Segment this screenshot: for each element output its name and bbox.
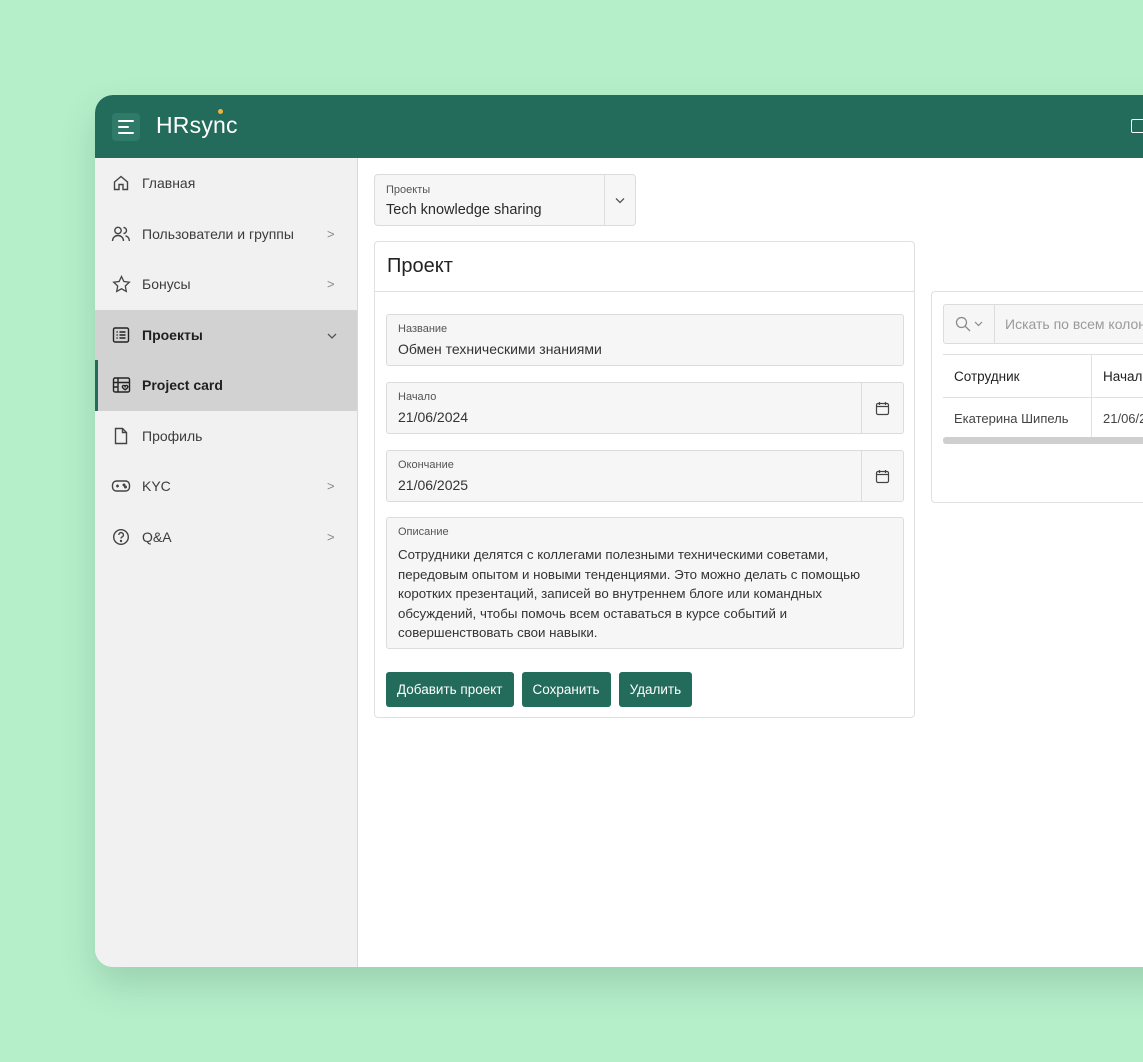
sidebar-item-label: KYC — [142, 478, 171, 495]
sidebar-item-label: Пользователи и группы — [142, 225, 294, 242]
add-project-button[interactable]: Добавить проект — [386, 672, 514, 707]
table-cell: 21/06/2024 — [1103, 410, 1143, 426]
sidebar-item-qa[interactable]: Q&A > — [95, 512, 357, 563]
description-value: Сотрудники делятся с коллегами полезными… — [398, 547, 861, 640]
end-value: 21/06/2025 — [398, 477, 469, 493]
search-box[interactable]: Искать по всем колонкам — [943, 304, 1143, 344]
members-panel: Искать по всем колонкам Сотрудник Начало… — [931, 291, 1143, 503]
end-date-field[interactable]: Окончание 21/06/2025 — [386, 450, 904, 502]
start-date-field[interactable]: Начало 21/06/2024 — [386, 382, 904, 434]
sidebar-item-label: Проекты — [142, 326, 203, 343]
save-button[interactable]: Сохранить — [521, 672, 611, 707]
sidebar-item-label: Project card — [142, 377, 223, 394]
users-icon — [111, 224, 131, 244]
card-actions: Добавить проект Сохранить Удалить — [386, 672, 693, 707]
chevron-down-icon — [327, 327, 337, 342]
profile-card-icon[interactable] — [1131, 119, 1143, 133]
chevron-right-icon: > — [327, 529, 335, 545]
main-content: Проекты Tech knowledge sharing Проект На… — [358, 158, 1143, 967]
end-label: Окончание — [398, 459, 454, 471]
horizontal-scrollbar[interactable] — [943, 437, 1143, 444]
table-cell: Екатерина Шипель — [943, 398, 1092, 438]
chevron-down-icon[interactable] — [604, 175, 635, 225]
sidebar-item-label: Главная — [142, 175, 196, 192]
home-icon — [111, 173, 131, 193]
description-label: Описание — [398, 526, 449, 538]
sidebar-item-home[interactable]: Главная — [95, 158, 357, 209]
delete-button[interactable]: Удалить — [618, 672, 693, 707]
start-label: Начало — [398, 391, 437, 403]
search-icon[interactable] — [944, 305, 995, 343]
sidebar: Главная Пользователи и группы > Бонусы >… — [95, 158, 358, 967]
sidebar-item-label: Бонусы — [142, 276, 191, 293]
sidebar-item-kyc[interactable]: KYC > — [95, 461, 357, 512]
sidebar-item-profile[interactable]: Профиль — [95, 411, 357, 462]
name-value: Обмен техническими знаниями — [398, 341, 602, 357]
project-card: Проект Название Обмен техническими знани… — [374, 241, 915, 718]
card-icon — [111, 375, 131, 395]
calendar-icon[interactable] — [861, 383, 903, 433]
column-header-start[interactable]: Начало — [1092, 355, 1143, 397]
description-field[interactable]: Описание Сотрудники делятся с коллегами … — [386, 517, 904, 649]
calendar-icon[interactable] — [861, 451, 903, 501]
project-select[interactable]: Проекты Tech knowledge sharing — [374, 174, 636, 226]
name-field[interactable]: Название Обмен техническими знаниями — [386, 314, 904, 366]
sidebar-item-project-card[interactable]: Project card — [95, 360, 357, 411]
star-icon — [111, 274, 131, 294]
sidebar-item-label: Профиль — [142, 427, 203, 444]
chevron-right-icon: > — [327, 478, 335, 494]
sidebar-item-bonuses[interactable]: Бонусы > — [95, 259, 357, 310]
search-input[interactable]: Искать по всем колонкам — [1005, 316, 1143, 332]
menu-icon[interactable] — [112, 113, 140, 141]
top-bar: HRsync — [95, 95, 1143, 158]
name-label: Название — [398, 323, 448, 335]
sidebar-item-projects[interactable]: Проекты — [95, 309, 357, 360]
project-select-label: Проекты — [386, 184, 431, 196]
start-value: 21/06/2024 — [398, 409, 469, 425]
chevron-right-icon: > — [327, 276, 335, 292]
table-header: Сотрудник Начало — [943, 354, 1143, 398]
project-select-value: Tech knowledge sharing — [386, 202, 542, 218]
column-header-employee[interactable]: Сотрудник — [943, 355, 1092, 397]
card-title: Проект — [375, 242, 914, 292]
gamepad-icon — [111, 476, 131, 496]
app-window: HRsync Главная Пользователи и группы > Б… — [95, 95, 1143, 967]
brand-logo[interactable]: HRsync — [156, 112, 238, 139]
members-table: Сотрудник Начало Екатерина Шипель 21/06/… — [943, 354, 1143, 439]
help-icon — [111, 527, 131, 547]
document-icon — [111, 426, 131, 446]
list-icon — [111, 325, 131, 345]
sidebar-item-users[interactable]: Пользователи и группы > — [95, 209, 357, 260]
chevron-right-icon: > — [327, 226, 335, 242]
sidebar-item-label: Q&A — [142, 528, 172, 545]
table-row[interactable]: Екатерина Шипель 21/06/2024 — [943, 398, 1143, 439]
